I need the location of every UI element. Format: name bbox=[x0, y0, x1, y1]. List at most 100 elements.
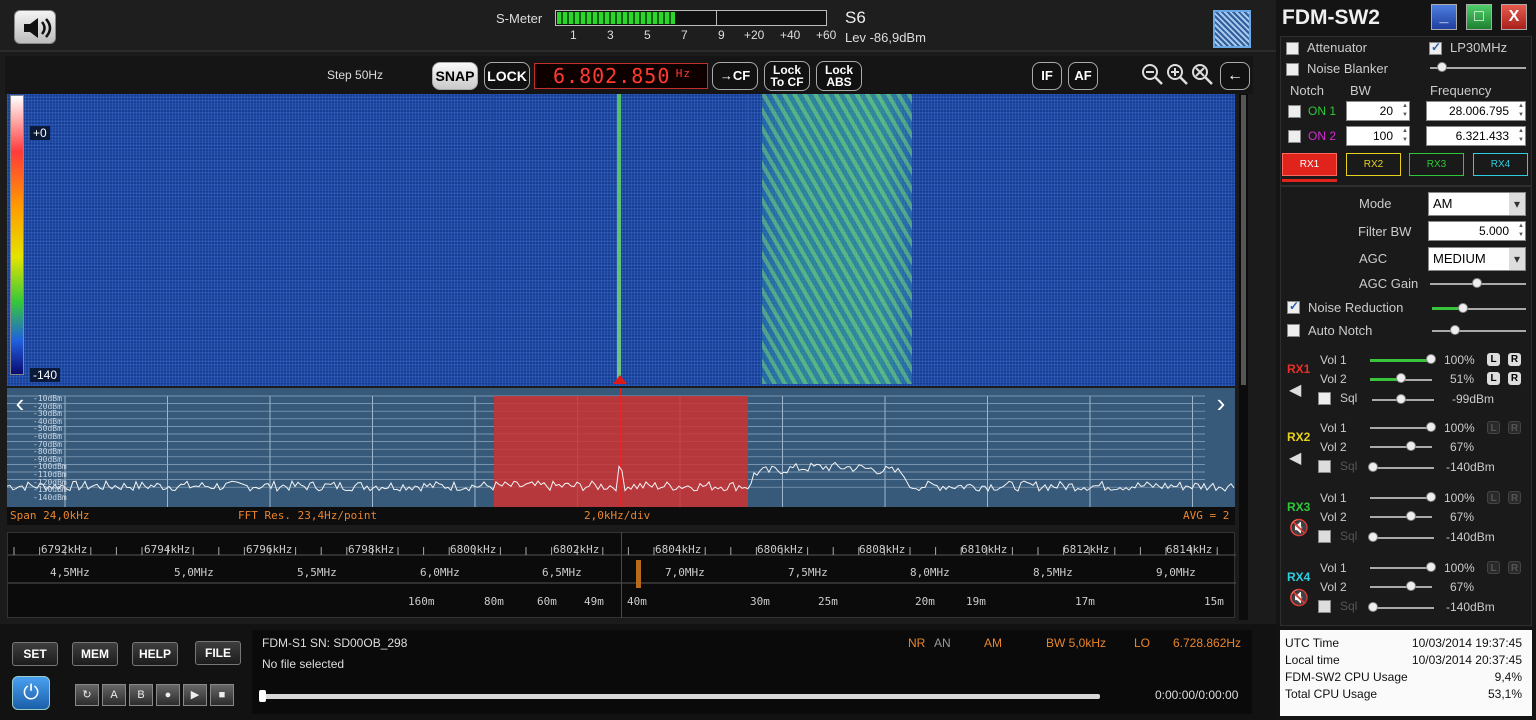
agc-gain-knob[interactable] bbox=[1472, 278, 1482, 288]
zoom-in-icon[interactable] bbox=[1165, 62, 1189, 86]
right-channel-button[interactable]: R bbox=[1508, 421, 1521, 434]
squelch-checkbox[interactable] bbox=[1318, 600, 1331, 613]
right-channel-button[interactable]: R bbox=[1508, 491, 1521, 504]
snap-button[interactable]: SNAP bbox=[432, 62, 478, 90]
notch1-checkbox[interactable] bbox=[1288, 105, 1301, 118]
record-icon[interactable]: ● bbox=[156, 684, 180, 706]
notch2-bw-field[interactable]: 100 bbox=[1346, 126, 1410, 146]
tools-icon[interactable] bbox=[1213, 10, 1251, 48]
vol2-knob[interactable] bbox=[1406, 441, 1416, 451]
vol1-slider[interactable] bbox=[1370, 497, 1432, 499]
noise-reduction-checkbox[interactable] bbox=[1287, 301, 1300, 314]
squelch-slider[interactable] bbox=[1370, 537, 1434, 539]
passband-left-edge[interactable] bbox=[493, 94, 494, 386]
vol2-slider[interactable] bbox=[1370, 446, 1432, 448]
vol2-slider[interactable] bbox=[1370, 516, 1432, 518]
mem-button[interactable]: MEM bbox=[72, 642, 118, 666]
scroll-right-icon[interactable]: › bbox=[1209, 390, 1233, 418]
stop-icon[interactable]: ■ bbox=[210, 684, 234, 706]
left-channel-button[interactable]: L bbox=[1487, 491, 1500, 504]
play-icon[interactable]: ▶ bbox=[183, 684, 207, 706]
right-channel-button[interactable]: R bbox=[1508, 353, 1521, 366]
file-button[interactable]: FILE bbox=[195, 641, 241, 665]
squelch-checkbox[interactable] bbox=[1318, 392, 1331, 405]
squelch-knob[interactable] bbox=[1396, 394, 1406, 404]
marker-b-button[interactable]: B bbox=[129, 684, 153, 706]
squelch-slider[interactable] bbox=[1370, 607, 1434, 609]
zoom-out-icon[interactable] bbox=[1140, 62, 1164, 86]
back-arrow-icon[interactable]: ← bbox=[1220, 62, 1250, 90]
notch2-freq-field[interactable]: 6.321.433 bbox=[1426, 126, 1526, 146]
vol2-knob[interactable] bbox=[1406, 581, 1416, 591]
vol1-knob[interactable] bbox=[1426, 354, 1436, 364]
frequency-display[interactable]: 6.802.850 Hz bbox=[534, 63, 708, 89]
notch1-freq-field[interactable]: 28.006.795 bbox=[1426, 101, 1526, 121]
squelch-knob[interactable] bbox=[1368, 532, 1378, 542]
speaker-muted-icon[interactable]: 🔇 bbox=[1289, 588, 1309, 608]
vol1-knob[interactable] bbox=[1426, 562, 1436, 572]
auto-notch-slider[interactable] bbox=[1432, 330, 1526, 332]
speaker-icon[interactable]: ◀ bbox=[1289, 380, 1301, 400]
close-button[interactable]: X bbox=[1501, 4, 1527, 30]
if-button[interactable]: IF bbox=[1032, 62, 1062, 90]
step-label[interactable]: Step 50Hz bbox=[327, 68, 383, 82]
lock-abs-button[interactable]: Lock ABS bbox=[816, 61, 862, 91]
speaker-muted-icon[interactable]: 🔇 bbox=[1289, 518, 1309, 538]
nr-slider[interactable] bbox=[1464, 308, 1526, 310]
scrollbar-thumb[interactable] bbox=[1241, 95, 1246, 385]
minimize-button[interactable]: _ bbox=[1431, 4, 1457, 30]
lp30-checkbox[interactable] bbox=[1429, 42, 1442, 55]
filter-bw-field[interactable]: 5.000 bbox=[1428, 221, 1526, 241]
power-icon[interactable]: ⏻ bbox=[12, 676, 50, 710]
vol2-slider[interactable] bbox=[1370, 586, 1432, 588]
set-button[interactable]: SET bbox=[12, 642, 58, 666]
maximize-button[interactable]: □ bbox=[1466, 4, 1492, 30]
squelch-knob[interactable] bbox=[1368, 602, 1378, 612]
loop-icon[interactable]: ↻ bbox=[75, 684, 99, 706]
lock-button[interactable]: LOCK bbox=[484, 62, 530, 90]
vol1-knob[interactable] bbox=[1426, 492, 1436, 502]
auto-notch-knob[interactable] bbox=[1450, 325, 1460, 335]
waterfall-display[interactable] bbox=[7, 94, 1235, 386]
help-button[interactable]: HELP bbox=[132, 642, 178, 666]
notch2-checkbox[interactable] bbox=[1288, 130, 1301, 143]
spectrum-display[interactable]: -10dBm -20dBm -30dBm -40dBm -50dBm -60dBm -70d… bbox=[7, 388, 1235, 508]
speaker-icon[interactable]: ◀ bbox=[1289, 448, 1301, 468]
af-button[interactable]: AF bbox=[1068, 62, 1098, 90]
passband-right-edge[interactable] bbox=[747, 94, 748, 386]
squelch-knob[interactable] bbox=[1368, 462, 1378, 472]
left-channel-button[interactable]: L bbox=[1487, 421, 1500, 434]
noise-blanker-checkbox[interactable] bbox=[1286, 63, 1299, 76]
lock-to-cf-button[interactable]: Lock To CF bbox=[764, 61, 810, 91]
tune-marker-icon[interactable] bbox=[613, 375, 627, 384]
left-channel-button[interactable]: L bbox=[1487, 353, 1500, 366]
to-cf-button[interactable]: →CF bbox=[712, 62, 758, 90]
progress-knob[interactable] bbox=[259, 690, 266, 702]
zoom-reset-icon[interactable] bbox=[1190, 62, 1214, 86]
right-channel-button[interactable]: R bbox=[1508, 561, 1521, 574]
nr-slider-knob[interactable] bbox=[1458, 303, 1468, 313]
tab-rx2[interactable]: RX2 bbox=[1346, 153, 1401, 176]
mute-button[interactable] bbox=[14, 10, 56, 44]
left-channel-button[interactable]: L bbox=[1487, 561, 1500, 574]
attenuator-checkbox[interactable] bbox=[1286, 42, 1299, 55]
vol1-knob[interactable] bbox=[1426, 422, 1436, 432]
left-channel-button[interactable]: L bbox=[1487, 372, 1500, 385]
squelch-slider[interactable] bbox=[1370, 467, 1434, 469]
vol2-knob[interactable] bbox=[1406, 511, 1416, 521]
right-channel-button[interactable]: R bbox=[1508, 372, 1521, 385]
squelch-checkbox[interactable] bbox=[1318, 530, 1331, 543]
vol1-slider[interactable] bbox=[1370, 359, 1432, 362]
nb-slider-knob[interactable] bbox=[1437, 62, 1447, 72]
vol1-slider[interactable] bbox=[1370, 567, 1432, 569]
playback-progress[interactable] bbox=[262, 694, 1100, 699]
tab-rx4[interactable]: RX4 bbox=[1473, 153, 1528, 176]
agc-select[interactable]: MEDIUM bbox=[1428, 247, 1526, 271]
vol2-knob[interactable] bbox=[1396, 373, 1406, 383]
squelch-checkbox[interactable] bbox=[1318, 460, 1331, 473]
tab-rx1[interactable]: RX1 bbox=[1282, 153, 1337, 176]
mode-select[interactable]: AM bbox=[1428, 192, 1526, 216]
scroll-left-icon[interactable]: ‹ bbox=[8, 390, 32, 418]
marker-a-button[interactable]: A bbox=[102, 684, 126, 706]
notch1-bw-field[interactable]: 20 bbox=[1346, 101, 1410, 121]
